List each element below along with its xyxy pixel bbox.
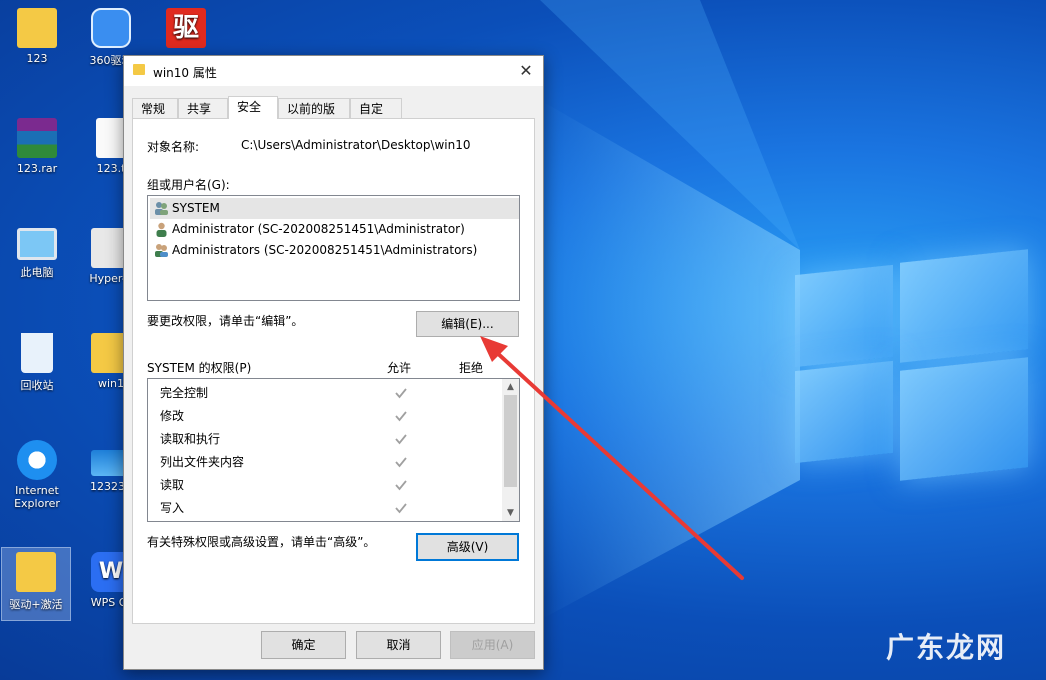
- tab-security[interactable]: 安全: [228, 96, 278, 119]
- annotation-arrow: [480, 336, 744, 580]
